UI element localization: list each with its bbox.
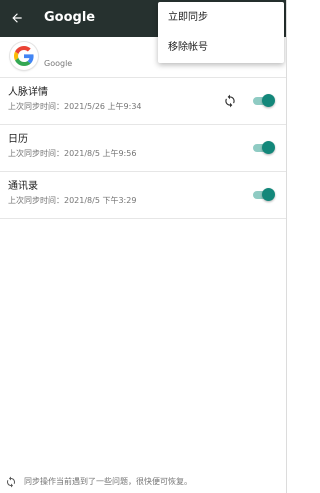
sync-item-title: 日历 bbox=[8, 134, 28, 145]
back-button[interactable] bbox=[4, 3, 34, 33]
sync-toggle-contacts-details[interactable] bbox=[253, 94, 275, 108]
sync-item-title: 通讯录 bbox=[8, 181, 38, 192]
sync-status-text: 同步操作当前遇到了一些问题，很快便可恢复。 bbox=[24, 477, 192, 486]
menu-item-sync-now[interactable]: 立即同步 bbox=[158, 3, 284, 33]
sync-item-last-sync: 上次同步时间：2021/5/26 上午9:34 bbox=[8, 102, 142, 111]
menu-item-label: 立即同步 bbox=[168, 12, 208, 23]
sync-icon bbox=[225, 94, 235, 108]
account-label: Google bbox=[44, 59, 73, 68]
sync-item-calendar[interactable]: 日历 上次同步时间：2021/8/5 上午9:56 bbox=[0, 125, 287, 172]
switch-thumb bbox=[262, 94, 275, 107]
page-title: Google bbox=[44, 10, 96, 25]
screen-edge-divider bbox=[286, 0, 287, 493]
arrow-back-icon bbox=[12, 13, 22, 23]
sync-item-last-sync: 上次同步时间：2021/8/5 上午9:56 bbox=[8, 149, 137, 158]
sync-toggle-contacts[interactable] bbox=[253, 188, 275, 202]
google-logo-icon bbox=[10, 42, 38, 70]
sync-item-contacts[interactable]: 通讯录 上次同步时间：2021/8/5 下午3:29 bbox=[0, 172, 287, 219]
sync-item-last-sync: 上次同步时间：2021/8/5 下午3:29 bbox=[8, 196, 137, 205]
overflow-menu: 立即同步 移除帐号 bbox=[158, 2, 284, 63]
menu-item-remove-account[interactable]: 移除帐号 bbox=[158, 33, 284, 63]
sync-problem-icon bbox=[7, 476, 15, 488]
sync-item-title: 人脉详情 bbox=[8, 87, 48, 98]
screen: Google Google 人脉详情 上次同步时间：2021/5/26 上午9:… bbox=[0, 0, 287, 493]
sync-item-contacts-details[interactable]: 人脉详情 上次同步时间：2021/5/26 上午9:34 bbox=[0, 78, 287, 125]
switch-thumb bbox=[262, 141, 275, 154]
menu-item-label: 移除帐号 bbox=[168, 42, 208, 53]
sync-status-footer: 同步操作当前遇到了一些问题，很快便可恢复。 bbox=[0, 473, 287, 491]
switch-thumb bbox=[262, 188, 275, 201]
sync-toggle-calendar[interactable] bbox=[253, 141, 275, 155]
